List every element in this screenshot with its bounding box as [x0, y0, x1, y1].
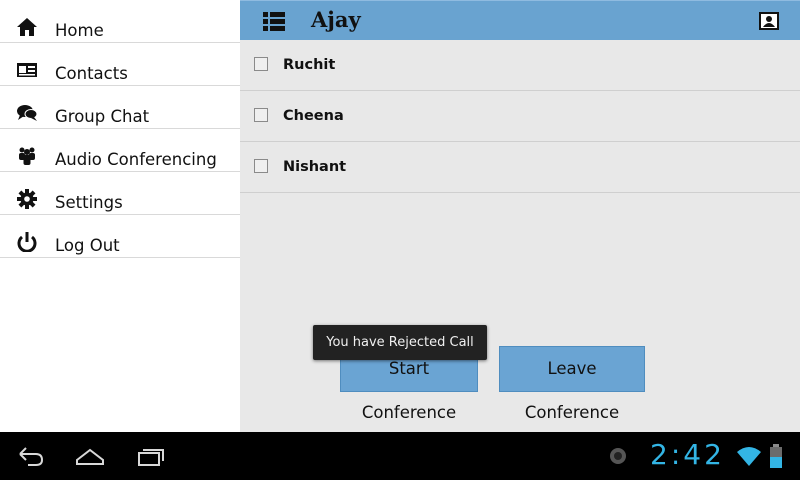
- notification-icon[interactable]: [609, 447, 627, 465]
- contact-card-icon[interactable]: [758, 11, 780, 31]
- menu-item-audio-conferencing[interactable]: Audio Conferencing: [0, 129, 240, 172]
- menu-item-label: Group Chat: [55, 107, 150, 126]
- menu-item-label: Log Out: [55, 236, 120, 255]
- wifi-icon: [737, 447, 761, 466]
- power-icon: [17, 232, 37, 252]
- gear-icon: [17, 189, 37, 209]
- system-navigation-bar: 2:42: [0, 432, 800, 480]
- main-content: Ajay Ruchit Cheena Nishant Start Confere…: [240, 0, 800, 432]
- chat-bubbles-icon: [17, 105, 38, 121]
- participant-checkbox[interactable]: [254, 108, 268, 122]
- list-item[interactable]: Ruchit: [240, 40, 800, 91]
- page-title: Ajay: [311, 7, 361, 32]
- participant-checkbox[interactable]: [254, 57, 268, 71]
- leave-conference-button[interactable]: Leave Conference: [499, 346, 645, 422]
- list-item[interactable]: Nishant: [240, 142, 800, 193]
- back-icon[interactable]: [16, 444, 46, 468]
- recent-apps-icon[interactable]: [136, 444, 166, 468]
- participant-checkbox[interactable]: [254, 159, 268, 173]
- menu-item-label: Contacts: [55, 64, 128, 83]
- participant-name: Cheena: [283, 108, 344, 124]
- menu-item-label: Audio Conferencing: [55, 150, 217, 169]
- participant-name: Nishant: [283, 159, 347, 175]
- navigation-drawer: Home Contacts Group Chat Audio Conferenc…: [0, 0, 240, 432]
- menu-item-contacts[interactable]: Contacts: [0, 43, 240, 86]
- menu-item-label: Home: [55, 21, 104, 40]
- list-item[interactable]: Cheena: [240, 91, 800, 142]
- toast-message: You have Rejected Call: [313, 325, 487, 360]
- clock: 2:42: [650, 438, 725, 471]
- menu-item-home[interactable]: Home: [0, 0, 240, 43]
- participant-list: Ruchit Cheena Nishant: [240, 40, 800, 193]
- home-nav-icon[interactable]: [75, 444, 105, 468]
- contacts-card-icon: [17, 63, 37, 77]
- menu-item-settings[interactable]: Settings: [0, 172, 240, 215]
- battery-icon: [770, 444, 782, 468]
- menu-item-log-out[interactable]: Log Out: [0, 215, 240, 258]
- action-bar: Ajay: [240, 0, 800, 40]
- people-group-icon: [19, 147, 35, 165]
- menu-item-group-chat[interactable]: Group Chat: [0, 86, 240, 129]
- list-menu-icon[interactable]: [262, 10, 286, 32]
- menu-item-label: Settings: [55, 193, 123, 212]
- home-icon: [17, 18, 37, 36]
- participant-name: Ruchit: [283, 57, 336, 73]
